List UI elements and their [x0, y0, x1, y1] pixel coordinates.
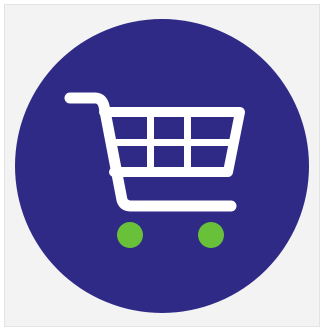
cart-wheel-left — [117, 222, 143, 248]
shopping-cart-icon[interactable] — [0, 0, 324, 331]
icon-background-circle — [15, 19, 309, 313]
cart-wheel-right — [198, 222, 224, 248]
